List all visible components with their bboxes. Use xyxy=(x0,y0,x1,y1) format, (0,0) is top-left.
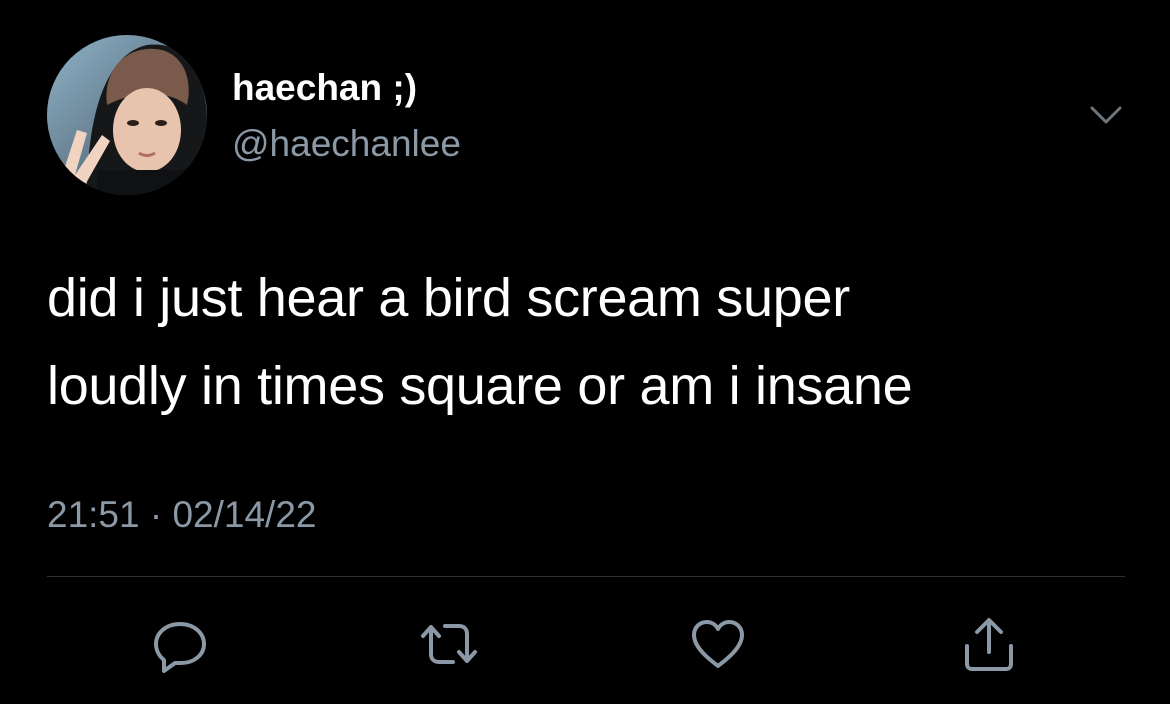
tweet-card: haechan ;) @haechanlee did i just hear a… xyxy=(0,0,1170,704)
timestamp[interactable]: 21:51 · 02/14/22 xyxy=(47,492,317,538)
reply-icon[interactable] xyxy=(148,612,212,676)
tweet-text-line: did i just hear a bird scream super xyxy=(47,268,850,328)
share-icon[interactable] xyxy=(957,612,1021,676)
tweet-text-line: loudly in times square or am i insane xyxy=(47,356,913,416)
chevron-down-icon[interactable] xyxy=(1086,100,1126,130)
like-icon[interactable] xyxy=(686,612,750,676)
avatar[interactable] xyxy=(47,35,207,195)
retweet-icon[interactable] xyxy=(417,612,481,676)
divider xyxy=(47,576,1125,577)
user-handle[interactable]: @haechanlee xyxy=(232,122,461,166)
action-bar xyxy=(0,612,1170,676)
tweet-text: did i just hear a bird scream super loud… xyxy=(47,254,1127,430)
display-name[interactable]: haechan ;) xyxy=(232,66,417,110)
